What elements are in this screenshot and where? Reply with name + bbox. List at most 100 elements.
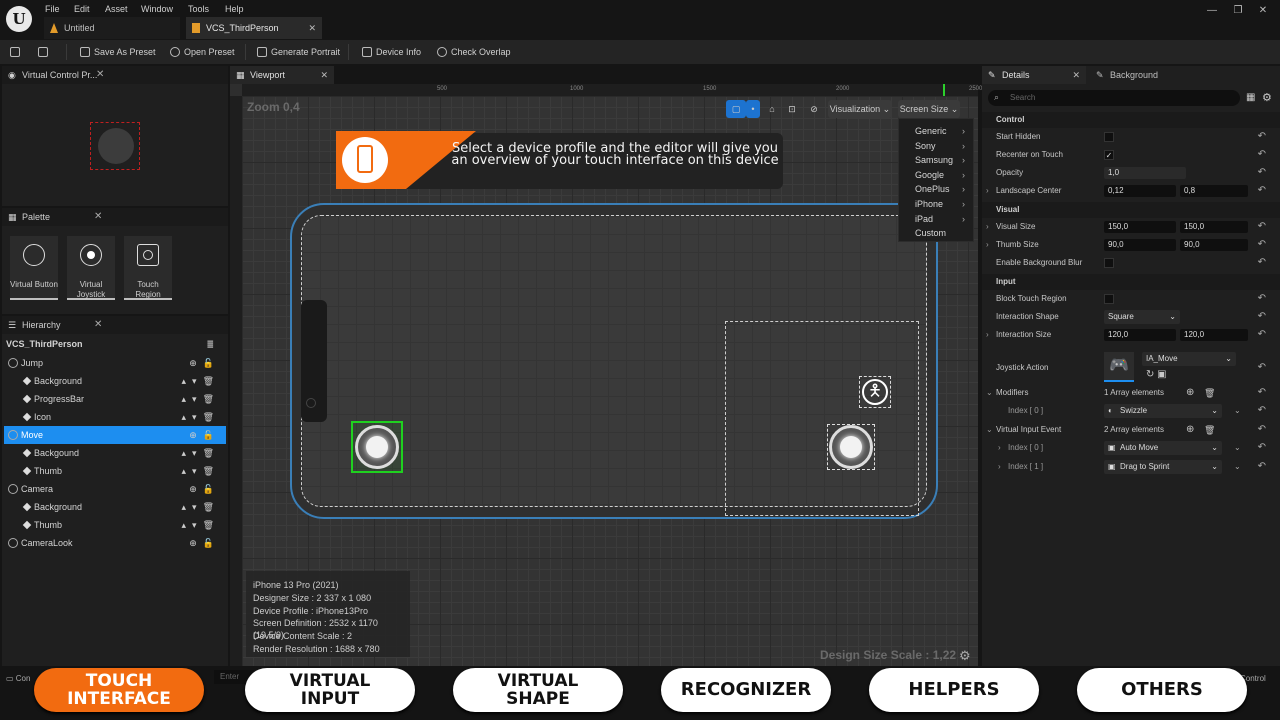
opacity-slider[interactable]: 1,0 (1104, 167, 1186, 179)
close-icon[interactable]: ✕ (308, 17, 316, 39)
palette-virtual-button[interactable]: Virtual Button (10, 236, 58, 300)
block-touch-checkbox[interactable] (1104, 294, 1114, 304)
palette-virtual-joystick[interactable]: Virtual Joystick (67, 236, 115, 300)
category-pill[interactable]: OTHERS (1077, 668, 1247, 712)
vie0-select[interactable]: ▣ Auto Move ⌄ (1104, 441, 1222, 455)
hierarchy-item[interactable]: Thumb ▴▾🗑 (4, 462, 226, 480)
section-control[interactable]: Control (982, 112, 1280, 128)
close-icon[interactable]: ✕ (96, 66, 104, 84)
start-hidden-checkbox[interactable] (1104, 132, 1114, 142)
move-delete-icon[interactable]: ▴▾🗑 (182, 408, 220, 426)
save-as-preset-button[interactable]: Save As Preset (80, 44, 156, 60)
thumb-y-input[interactable]: 90,0 (1180, 239, 1248, 251)
lamp-icon[interactable]: ⌂ (764, 100, 780, 118)
reset-icon[interactable]: ↶ (1258, 236, 1266, 254)
hierarchy-item[interactable]: ProgressBar ▴▾🗑 (4, 390, 226, 408)
no-entry-icon[interactable]: ⊘ (806, 100, 822, 118)
category-pill[interactable]: VIRTUAL INPUT (245, 668, 415, 712)
grid-view-icon[interactable]: ▦ (1246, 92, 1255, 103)
expand-icon[interactable]: › (998, 439, 1001, 457)
modifier-select[interactable]: ◐ Swizzle ⌄ (1104, 404, 1222, 418)
generate-portrait-button[interactable]: Generate Portrait (257, 44, 340, 60)
screen-size-option[interactable]: Google › (915, 168, 971, 182)
reset-icon[interactable]: ↶ (1258, 146, 1266, 164)
menu-file[interactable]: File (45, 2, 60, 16)
screen-size-option[interactable]: Custom (915, 226, 971, 240)
move-delete-icon[interactable]: ▴▾🗑 (182, 462, 220, 480)
hierarchy-item[interactable]: Camera ⊕🔓 (4, 480, 226, 498)
reset-icon[interactable]: ↶ (1258, 290, 1266, 308)
close-icon[interactable]: ✕ (94, 208, 102, 226)
thumb-x-input[interactable]: 90,0 (1104, 239, 1176, 251)
browse-icon[interactable] (38, 44, 52, 60)
hierarchy-item[interactable]: Background ▴▾🗑 (4, 372, 226, 390)
screen-size-option[interactable]: Samsung › (915, 153, 971, 167)
select-tool-icon[interactable]: ▢ (726, 100, 746, 118)
camera-joystick[interactable] (829, 425, 873, 469)
visual-x-input[interactable]: 150,0 (1104, 221, 1176, 233)
device-info-button[interactable]: Device Info (362, 44, 421, 60)
interaction-x-input[interactable]: 120,0 (1104, 329, 1176, 341)
reset-icon[interactable]: ↶ (1258, 384, 1266, 402)
tab-untitled[interactable]: Untitled (44, 17, 180, 39)
move-joystick[interactable] (355, 425, 399, 469)
visualization-dropdown[interactable]: Visualization ⌄ (828, 100, 892, 118)
landscape-x-input[interactable]: 0,12 (1104, 185, 1176, 197)
move-delete-icon[interactable]: ▴▾🗑 (182, 390, 220, 408)
recenter-checkbox[interactable]: ✓ (1104, 150, 1114, 160)
reset-icon[interactable]: ↶ (1258, 359, 1266, 377)
add-lock-icon[interactable]: ⊕🔓 (189, 480, 220, 498)
move-delete-icon[interactable]: ▴▾🗑 (182, 516, 220, 534)
close-icon[interactable]: ✕ (320, 66, 328, 84)
landscape-y-input[interactable]: 0,8 (1180, 185, 1248, 197)
collapse-icon[interactable]: ⌄ (986, 421, 993, 439)
move-delete-icon[interactable]: ▴▾🗑 (182, 372, 220, 390)
tab-vcs-thirdperson[interactable]: VCS_ThirdPerson ✕ (186, 17, 322, 39)
expand-icon[interactable]: › (998, 458, 1001, 476)
menu-edit[interactable]: Edit (74, 2, 90, 16)
interaction-shape-select[interactable]: Square ⌄ (1104, 310, 1180, 324)
reset-icon[interactable]: ↶ (1258, 254, 1266, 272)
check-overlap-button[interactable]: Check Overlap (437, 44, 511, 60)
hierarchy-root[interactable]: VCS_ThirdPerson ≣ (4, 335, 226, 353)
reset-icon[interactable]: ↶ (1258, 458, 1266, 476)
chevron-down-icon[interactable]: ⌄ (1234, 458, 1241, 476)
add-lock-icon[interactable]: ⊕🔓 (189, 354, 220, 372)
menu-help[interactable]: Help (225, 2, 244, 16)
tab-viewport[interactable]: ▦ Viewport ✕ (230, 66, 334, 84)
category-pill[interactable]: TOUCH INTERFACE (34, 668, 204, 712)
section-input[interactable]: Input (982, 274, 1280, 290)
tab-background[interactable]: ✎ Background (1090, 66, 1210, 84)
screen-size-dropdown[interactable]: Screen Size ⌄ (898, 100, 960, 118)
open-preset-button[interactable]: Open Preset (170, 44, 235, 60)
hierarchy-item[interactable]: Icon ▴▾🗑 (4, 408, 226, 426)
screen-size-option[interactable]: Generic › (915, 124, 971, 138)
screen-size-option[interactable]: Sony › (915, 139, 971, 153)
save-icon[interactable] (10, 44, 24, 60)
hierarchy-item[interactable]: Background ▴▾🗑 (4, 498, 226, 516)
reset-icon[interactable]: ↶ (1258, 439, 1266, 457)
gamepad-icon[interactable]: 🎮 (1104, 352, 1134, 382)
add-lock-icon[interactable]: ⊕🔓 (189, 426, 220, 444)
reset-icon[interactable]: ↶ (1258, 182, 1266, 200)
settings-icon[interactable]: ⚙ (1262, 91, 1272, 104)
reset-icon[interactable]: ↶ (1258, 421, 1266, 439)
collapse-icon[interactable]: ⌄ (986, 384, 993, 402)
chevron-down-icon[interactable]: ⌄ (1234, 402, 1241, 420)
minimize-icon[interactable]: — (1205, 4, 1219, 18)
hierarchy-item[interactable]: Backgound ▴▾🗑 (4, 444, 226, 462)
search-input[interactable]: ⌕ Search (988, 90, 1240, 106)
menu-asset[interactable]: Asset (105, 2, 128, 16)
screen-size-option[interactable]: iPhone › (915, 197, 971, 211)
add-lock-icon[interactable]: ⊕🔓 (189, 534, 220, 552)
screen-size-option[interactable]: OnePlus › (915, 182, 971, 196)
gear-icon[interactable]: ⚙ (959, 648, 971, 664)
expand-icon[interactable]: › (986, 326, 989, 344)
vie1-select[interactable]: ▣ Drag to Sprint ⌄ (1104, 460, 1222, 474)
browse-asset-icon[interactable]: ↻ ▣ (1146, 368, 1167, 382)
expand-icon[interactable]: › (986, 218, 989, 236)
unreal-logo-icon[interactable]: U (6, 6, 32, 32)
maximize-icon[interactable]: ❐ (1231, 4, 1245, 18)
reset-icon[interactable]: ↶ (1258, 326, 1266, 344)
close-window-icon[interactable]: ✕ (1256, 4, 1270, 18)
